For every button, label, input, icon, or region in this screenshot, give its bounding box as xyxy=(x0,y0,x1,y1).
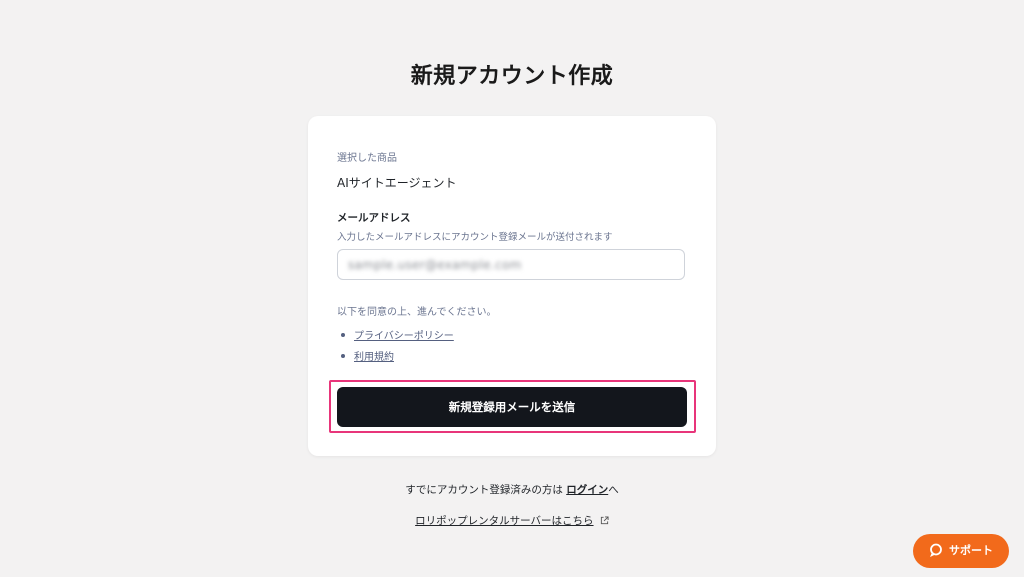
support-label: サポート xyxy=(949,544,993,557)
privacy-policy-item: プライバシーポリシー xyxy=(337,327,454,342)
email-field[interactable]: sample.user@example.com xyxy=(337,249,685,280)
lolipop-link[interactable]: ロリポップレンタルサーバーはこちら xyxy=(415,515,593,527)
email-help-text: 入力したメールアドレスにアカウント登録メールが送付されます xyxy=(337,232,613,243)
send-registration-email-button[interactable]: 新規登録用メールを送信 xyxy=(337,387,687,427)
selected-product-label: 選択した商品 xyxy=(337,153,397,164)
selected-product-name: AIサイトエージェント xyxy=(337,176,457,190)
terms-item: 利用規約 xyxy=(337,348,394,363)
page-title: 新規アカウント作成 xyxy=(410,64,614,89)
bullet-icon xyxy=(341,354,345,358)
login-prefix: すでにアカウント登録済みの方は xyxy=(405,484,567,496)
support-button[interactable]: サポート xyxy=(913,534,1009,568)
external-link-icon xyxy=(600,516,609,525)
email-value: sample.user@example.com xyxy=(348,258,522,272)
lolipop-prompt: ロリポップレンタルサーバーはこちら xyxy=(0,513,1024,528)
terms-link[interactable]: 利用規約 xyxy=(354,352,394,363)
email-label: メールアドレス xyxy=(337,212,411,224)
privacy-policy-link[interactable]: プライバシーポリシー xyxy=(354,331,454,342)
chat-bubble-icon xyxy=(930,543,942,557)
agreement-text: 以下を同意の上、進んでください。 xyxy=(337,307,497,318)
login-prompt: すでにアカウント登録済みの方は ログインへ xyxy=(0,482,1024,497)
login-suffix: へ xyxy=(608,484,619,496)
bullet-icon xyxy=(341,333,345,337)
login-link[interactable]: ログイン xyxy=(566,484,608,496)
